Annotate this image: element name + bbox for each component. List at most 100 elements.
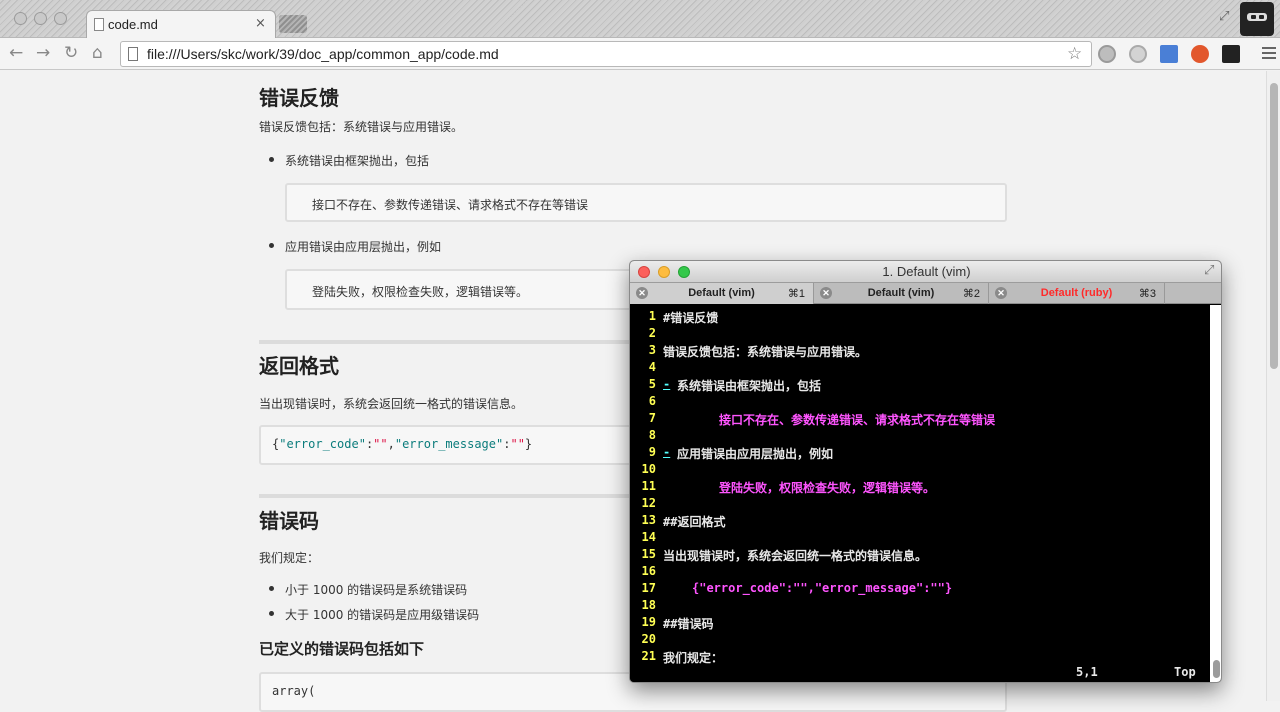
bullet-dot (269, 157, 274, 162)
bullet-dot (269, 243, 274, 248)
line-number: 5 (648, 377, 656, 391)
json-key: "error_code" (279, 437, 366, 451)
terminal-tab-1[interactable]: ✕ Default (vim) ⌘1 (630, 283, 814, 304)
line-text: 接口不存在、参数传递错误、请求格式不存在等错误 (719, 413, 996, 427)
line-number: 20 (641, 632, 656, 646)
fox-extension-icon[interactable] (1191, 45, 1209, 63)
url-text[interactable]: file:///Users/skc/work/39/doc_app/common… (147, 46, 499, 62)
vim-line: 16 (630, 564, 1208, 581)
terminal-tab-3[interactable]: ✕ Default (ruby) ⌘3 (989, 283, 1165, 304)
json-value: "" (510, 437, 525, 451)
list-marker: - (663, 377, 671, 391)
terminal-tab-2[interactable]: ✕ Default (vim) ⌘2 (814, 283, 989, 304)
browser-toolbar: ← → ↻ ⌂ file:///Users/skc/work/39/doc_ap… (0, 38, 1280, 70)
line-number: 10 (641, 462, 656, 476)
json-comma: , (387, 437, 395, 451)
list-item-text: 系统错误由框架抛出，包括 (285, 154, 430, 168)
terminal-window[interactable]: 1. Default (vim) ⤢ ✕ Default (vim) ⌘1 ✕ … (629, 260, 1222, 683)
line-number: 12 (641, 496, 656, 510)
intro-text: 错误反馈包括：系统错误与应用错误。 (259, 120, 464, 134)
download-extension-icon[interactable] (1098, 45, 1116, 63)
vim-line: 19 ##错误码 (630, 615, 1208, 632)
tab-close-icon[interactable]: × (255, 16, 266, 31)
line-number: 18 (641, 598, 656, 612)
line-number: 4 (648, 360, 656, 374)
document-icon (94, 18, 104, 31)
terminal-scrollbar[interactable] (1210, 305, 1221, 682)
line-number: 7 (648, 411, 656, 425)
vim-line: 1 #错误反馈 (630, 309, 1208, 326)
terminal-title: 1. Default (vim) (882, 264, 971, 279)
line-number: 8 (648, 428, 656, 442)
profile-avatar[interactable] (1240, 2, 1274, 36)
terminal-titlebar[interactable]: 1. Default (vim) ⤢ (630, 261, 1221, 283)
vim-line: 15 当出现错误时，系统会返回统一格式的错误信息。 (630, 547, 1208, 564)
page-scroll-thumb[interactable] (1270, 83, 1278, 369)
vim-line: 17 {"error_code":"","error_message":""} (630, 581, 1208, 598)
line-number: 3 (648, 343, 656, 357)
mask-extension-icon[interactable] (1222, 45, 1240, 63)
line-number: 21 (641, 649, 656, 663)
translate-extension-icon[interactable] (1160, 45, 1178, 63)
tab-label: Default (vim) (688, 287, 755, 299)
new-tab-button[interactable] (279, 15, 307, 33)
vim-buffer[interactable]: 1 #错误反馈 2 3 错误反馈包括：系统错误与应用错误。 4 5- 系统错误由框架抛出，包括… (630, 305, 1210, 682)
vim-line: 7 接口不存在、参数传递错误、请求格式不存在等错误 (630, 411, 1208, 428)
line-number: 13 (641, 513, 656, 527)
minimize-window-icon[interactable] (34, 12, 47, 25)
address-bar[interactable]: file:///Users/skc/work/39/doc_app/common… (120, 41, 1092, 67)
close-window-icon[interactable] (14, 12, 27, 25)
line-number: 16 (641, 564, 656, 578)
line-text: 错误反馈包括：系统错误与应用错误。 (663, 345, 868, 359)
ninja-eye-icon (1259, 15, 1264, 19)
line-number: 19 (641, 615, 656, 629)
ninja-eye-icon (1251, 15, 1256, 19)
heading-error-feedback: 错误反馈 (259, 86, 339, 110)
list-marker: - (663, 445, 671, 459)
code-text: 接口不存在、参数传递错误、请求格式不存在等错误 (312, 198, 589, 212)
line-text: ##返回格式 (663, 515, 726, 529)
line-text: #错误反馈 (663, 311, 719, 325)
terminal-scroll-thumb[interactable] (1213, 660, 1220, 678)
tab-shortcut: ⌘2 (962, 288, 980, 300)
code-block: 接口不存在、参数传递错误、请求格式不存在等错误 (285, 183, 1007, 222)
fullscreen-icon[interactable]: ⤢ (1219, 9, 1229, 24)
browser-tab[interactable]: code.md × (86, 10, 276, 38)
terminal-tab-bar: ✕ Default (vim) ⌘1 ✕ Default (vim) ⌘2 ✕ … (630, 283, 1221, 304)
bullet-dot (269, 586, 274, 591)
line-number: 15 (641, 547, 656, 561)
line-number: 2 (648, 326, 656, 340)
json-code-line: {"error_code":"","error_message":""} (272, 437, 532, 451)
json-close: } (524, 437, 533, 451)
home-icon[interactable]: ⌂ (92, 43, 103, 63)
line-number: 1 (648, 309, 656, 323)
line-number: 6 (648, 394, 656, 408)
vim-line: 9- 应用错误由应用层抛出，例如 (630, 445, 1208, 462)
line-number: 9 (648, 445, 656, 459)
back-icon[interactable]: ← (9, 43, 23, 63)
vim-line: 11 登陆失败，权限检查失败，逻辑错误等。 (630, 479, 1208, 496)
json-key: "error_message" (394, 437, 504, 451)
line-text: {"error_code":"","error_message":""} (692, 581, 953, 595)
expand-icon[interactable]: ⤢ (1204, 263, 1214, 278)
tab-shortcut: ⌘3 (1138, 288, 1156, 300)
line-text: 系统错误由框架抛出，包括 (677, 379, 822, 393)
forward-icon[interactable]: → (36, 43, 50, 63)
line-text: ##错误码 (663, 617, 714, 631)
page-scrollbar[interactable] (1266, 71, 1280, 701)
vim-line: 13 ##返回格式 (630, 513, 1208, 530)
vim-line: 8 (630, 428, 1208, 445)
vim-line: 3 错误反馈包括：系统错误与应用错误。 (630, 343, 1208, 360)
vim-line: 14 (630, 530, 1208, 547)
zoom-window-icon[interactable] (54, 12, 67, 25)
bookmark-star-icon[interactable]: ☆ (1067, 44, 1082, 64)
vim-line: 10 (630, 462, 1208, 479)
menu-icon[interactable] (1262, 47, 1276, 62)
ninja-mask-icon (1247, 13, 1267, 21)
line-number: 17 (641, 581, 656, 595)
tab-title: code.md (108, 17, 158, 32)
cursor-position: 5,1 (1076, 665, 1098, 679)
json-value: "" (373, 437, 388, 451)
reload-icon[interactable]: ↻ (64, 43, 78, 63)
sync-extension-icon[interactable] (1129, 45, 1147, 63)
